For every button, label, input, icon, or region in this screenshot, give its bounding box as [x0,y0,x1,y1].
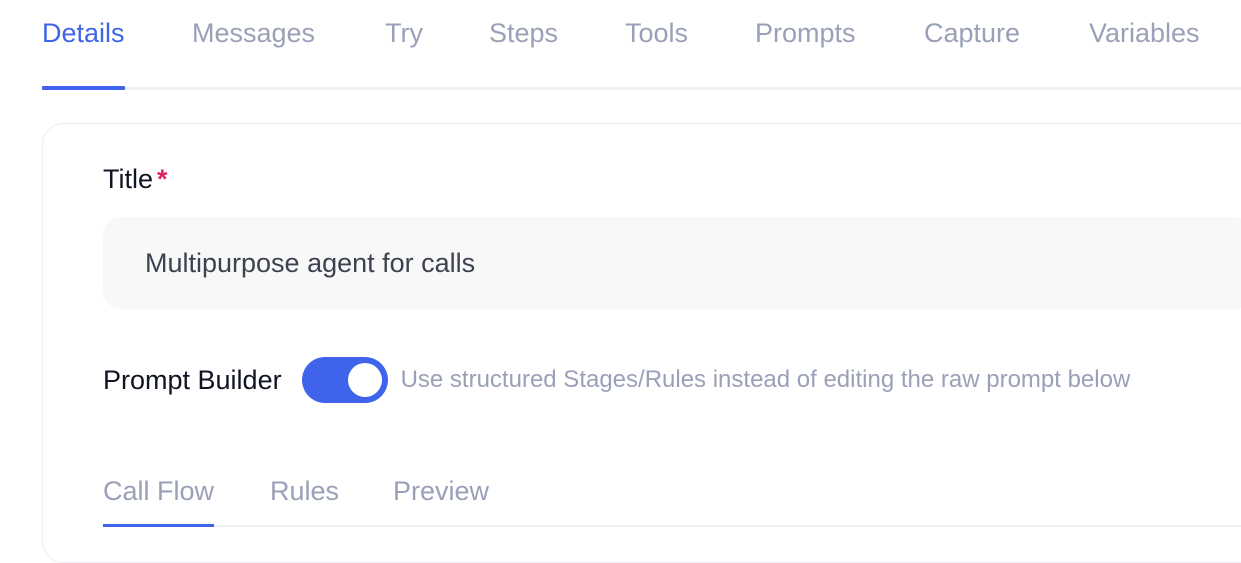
subtab-preview-label: Preview [393,476,490,506]
prompt-builder-hint: Use structured Stages/Rules instead of e… [400,366,1131,393]
required-asterisk: * [157,164,168,194]
title-input[interactable]: Multipurpose agent for calls [103,217,1241,309]
active-subtab-indicator [103,524,215,527]
tab-prompts-label: Prompts [755,18,856,48]
tab-capture[interactable]: Capture [924,18,1020,92]
tab-details[interactable]: Details [42,18,125,92]
subtab-preview[interactable]: Preview [393,476,489,528]
tab-variables-label: Variables [1089,18,1200,48]
tab-try-label: Try [385,18,423,48]
prompt-builder-label: Prompt Builder [103,364,282,395]
active-tab-indicator [42,86,125,90]
title-input-value: Multipurpose agent for calls [145,247,476,278]
tab-messages[interactable]: Messages [192,18,315,92]
tab-variables[interactable]: Variables [1089,18,1200,92]
tab-details-label: Details [42,18,125,48]
tab-messages-label: Messages [192,18,316,48]
title-label-text: Title [103,164,154,194]
subtab-rules[interactable]: Rules [270,476,339,528]
tab-try[interactable]: Try [385,18,423,92]
tab-tools-label: Tools [625,18,689,48]
title-field-label: Title * [103,164,168,195]
subtab-rules-label: Rules [270,476,340,506]
tab-tools[interactable]: Tools [625,18,688,92]
toggle-knob [347,363,382,397]
subtab-call-flow[interactable]: Call Flow [103,476,215,528]
tab-capture-label: Capture [924,18,1021,48]
top-tab-bar: Details Messages Try Steps Tools Prompts… [0,0,1241,92]
tab-steps-label: Steps [489,18,559,48]
tab-steps[interactable]: Steps [489,18,558,92]
tab-prompts[interactable]: Prompts [755,18,856,92]
details-card: Title * Multipurpose agent for calls Prom… [42,123,1241,563]
prompt-builder-toggle[interactable] [301,357,388,403]
prompt-builder-row: Prompt Builder Use structured Stages/Rul… [103,356,1130,404]
subtab-call-flow-label: Call Flow [103,476,215,506]
